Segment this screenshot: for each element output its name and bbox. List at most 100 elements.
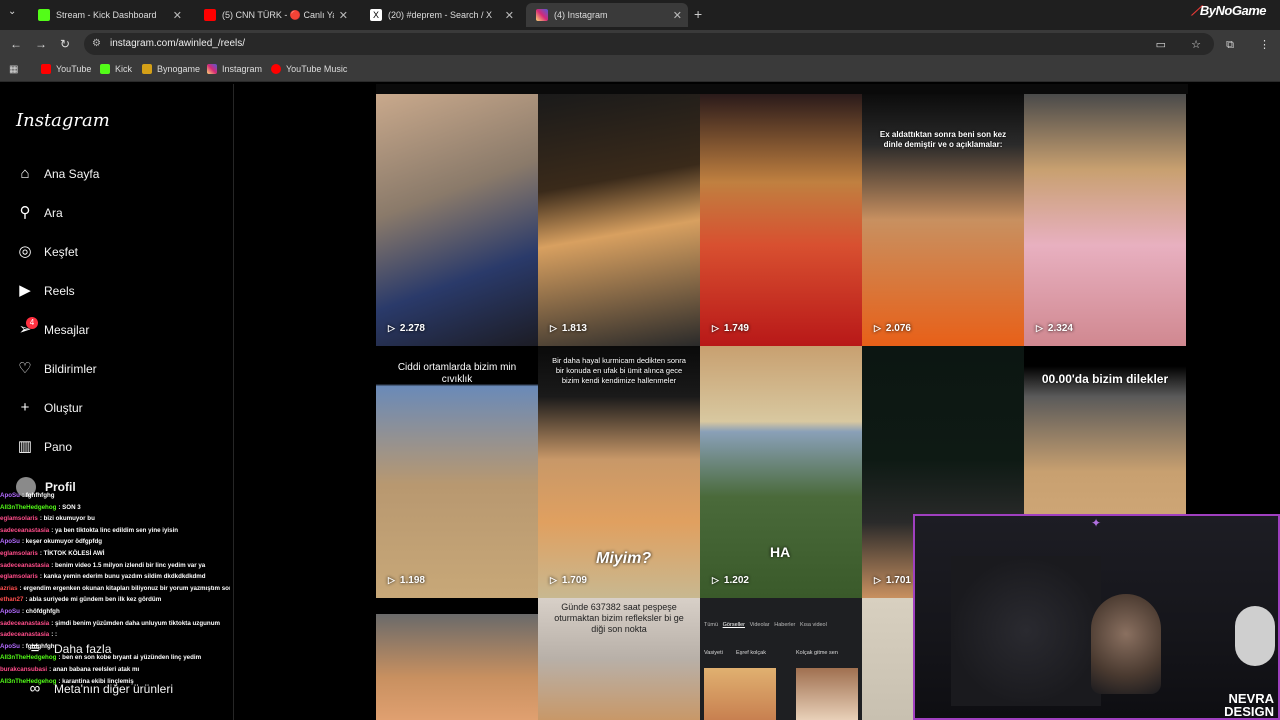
reel-tile[interactable]: Ciddi ortamlarda bizim min cıvıklık ▷ 1.1…	[376, 346, 538, 598]
tab-cnn-turk[interactable]: (5) CNN TÜRK - 🔴 Canlı Yayın ✕	[194, 3, 354, 27]
reel-tile[interactable]: ▷ 1.813	[538, 94, 700, 346]
cast-icon[interactable]: ▭	[1156, 39, 1166, 51]
view-count: ▷ 1.198	[388, 575, 425, 586]
apps-grid-icon[interactable]: ▦	[9, 64, 18, 75]
chat-username[interactable]: eglamsolaris	[0, 515, 38, 522]
close-tab-icon[interactable]: ✕	[673, 9, 682, 22]
tab-x-search[interactable]: X (20) #deprem - Search / X ✕	[360, 3, 520, 27]
tab-search-icon[interactable]: ⌄	[8, 6, 16, 17]
chat-text: SON 3	[62, 503, 81, 511]
close-tab-icon[interactable]: ✕	[339, 9, 348, 22]
tab-label: (4) Instagram	[554, 10, 608, 20]
reel-tile[interactable]: Tümü Görseller Videolar Haberler Kısa vi…	[700, 598, 862, 720]
tab-kick-dashboard[interactable]: Stream - Kick Dashboard ✕	[28, 3, 188, 27]
sidebar-item-reels[interactable]: ▶ Reels	[16, 282, 74, 300]
view-count: ▷ 2.076	[874, 323, 911, 334]
sidebar-item-notifications[interactable]: ♡ Bildirimler	[16, 360, 96, 378]
site-info-icon[interactable]: ⚙	[92, 33, 101, 55]
stream-logo-icon: ✦	[1091, 516, 1102, 530]
reel-tile[interactable]: ▷ 2.278	[376, 94, 538, 346]
nevra-design-watermark: NEVRA DESIGN	[1224, 691, 1274, 719]
reel-tile[interactable]: HA ▷ 1.202	[700, 346, 862, 598]
play-icon: ▷	[388, 323, 395, 333]
tab-label: (5) CNN TÜRK - 🔴 Canlı Yayın	[222, 9, 334, 20]
sidebar-item-explore[interactable]: ◎ Keşfet	[16, 243, 78, 261]
new-tab-button[interactable]: +	[694, 6, 702, 22]
bookmark-bynogame[interactable]: Bynogame	[142, 64, 200, 74]
close-tab-icon[interactable]: ✕	[505, 9, 514, 22]
chat-username[interactable]: sadeceanastasia	[0, 620, 49, 627]
address-bar[interactable]: ⚙ instagram.com/awinled_/reels/	[84, 33, 1214, 55]
chat-username[interactable]: ethan27	[0, 596, 23, 603]
chat-message: sadeceanastasia: ya ben tiktokta linc ed…	[0, 525, 230, 537]
play-icon: ▷	[550, 323, 557, 333]
close-tab-icon[interactable]: ✕	[173, 9, 182, 22]
forward-arrow-icon[interactable]: →	[35, 37, 47, 51]
reel-tile[interactable]: Günde 637382 saat peşpeşe oturmaktan biz…	[538, 598, 700, 720]
chat-username[interactable]: All3nTheHedgehog	[0, 504, 56, 511]
bynogame-icon	[142, 64, 152, 74]
play-icon: ▷	[712, 575, 719, 585]
reel-tile[interactable]: ▷ 2.324	[1024, 94, 1186, 346]
view-count: ▷ 2.324	[1036, 323, 1073, 334]
sidebar-item-dashboard[interactable]: ▥ Pano	[16, 438, 72, 456]
chat-message: ApoSu: keşer okumuyor ödfgpfdg	[0, 536, 230, 548]
browser-toolbar: ← → ↻ ⚙ instagram.com/awinled_/reels/ ▭ …	[0, 30, 1280, 58]
bookmark-instagram[interactable]: Instagram	[207, 64, 262, 74]
instagram-icon	[207, 64, 217, 74]
chat-message: azrias: ergendim ergenken okunan kitapla…	[0, 583, 230, 595]
chat-text: abla suriyede mi gündem ben ilk kez görd…	[29, 596, 162, 604]
bookmark-youtube-music[interactable]: YouTube Music	[271, 64, 347, 74]
view-count: ▷ 1.202	[712, 575, 749, 586]
bookmark-kick[interactable]: Kick	[100, 64, 132, 74]
reels-icon: ▶	[19, 282, 31, 299]
view-count: ▷ 1.749	[712, 323, 749, 334]
chat-text: anan babana reelsleri atak mı	[52, 665, 140, 673]
chat-message: All3nTheHedgehog: ben en son kobe bryant…	[0, 652, 230, 664]
bookmark-youtube[interactable]: YouTube	[41, 64, 91, 74]
chat-username[interactable]: sadeceanastasia	[0, 527, 49, 534]
tab-instagram[interactable]: (4) Instagram ✕	[526, 3, 688, 27]
instagram-logo[interactable]: Instagram	[16, 110, 110, 131]
back-arrow-icon[interactable]: ←	[10, 37, 22, 51]
menu-icon[interactable]: ⋮	[1259, 39, 1270, 51]
youtube-icon	[204, 9, 216, 21]
chat-username[interactable]: burakcansubasi	[0, 666, 47, 673]
sidebar-item-search[interactable]: ⚲ Ara	[16, 204, 63, 222]
reel-tile[interactable]: Bir daha hayal kurmicam dedikten sonra b…	[538, 346, 700, 598]
plush-toy	[1235, 606, 1275, 666]
reel-caption: Bir daha hayal kurmicam dedikten sonra b…	[552, 356, 686, 385]
chat-username[interactable]: sadeceanastasia	[0, 631, 49, 638]
reel-tile[interactable]: Ex aldattıktan sonra beni son kez dinle …	[862, 94, 1024, 346]
chat-username[interactable]: ApoSu	[0, 538, 20, 545]
reload-icon[interactable]: ↻	[60, 37, 70, 51]
image-label: Kolçak gitme sen	[796, 650, 838, 656]
search-icon: ⚲	[19, 204, 31, 221]
bookmark-star-icon[interactable]: ☆	[1191, 39, 1201, 51]
chat-username[interactable]: ApoSu	[0, 608, 20, 615]
reel-tile[interactable]: ▷ 1.749	[700, 94, 862, 346]
chat-text: fghfghfgh	[25, 642, 55, 650]
sidebar-item-messages[interactable]: ➢ 4 Mesajlar	[16, 317, 89, 339]
sidebar-item-create[interactable]: + Oluştur	[16, 399, 83, 417]
chat-message: sadeceanastasia: :	[0, 629, 230, 641]
search-thumbnail	[796, 668, 858, 720]
bynogame-logo: ⟋ByNoGame	[1191, 3, 1266, 18]
tab-label: Stream - Kick Dashboard	[56, 10, 157, 20]
chat-username[interactable]: All3nTheHedgehog	[0, 678, 56, 685]
chat-username[interactable]: ApoSu	[0, 643, 20, 650]
sidebar-item-home[interactable]: ⌂ Ana Sayfa	[16, 165, 99, 183]
compass-icon: ◎	[18, 243, 32, 260]
chat-username[interactable]: ApoSu	[0, 492, 20, 499]
chat-username[interactable]: eglamsolaris	[0, 573, 38, 580]
chat-username[interactable]: azrias	[0, 585, 18, 592]
chat-username[interactable]: eglamsolaris	[0, 550, 38, 557]
chat-username[interactable]: sadeceanastasia	[0, 562, 49, 569]
extensions-icon[interactable]: ⧉	[1226, 39, 1234, 51]
reel-tile[interactable]	[376, 614, 538, 720]
play-icon: ▷	[1036, 323, 1043, 333]
chat-username[interactable]: All3nTheHedgehog	[0, 654, 56, 661]
play-icon: ▷	[874, 323, 881, 333]
play-icon: ▷	[712, 323, 719, 333]
chat-message: eglamsolaris: kanka yemin ederim bunu ya…	[0, 571, 230, 583]
